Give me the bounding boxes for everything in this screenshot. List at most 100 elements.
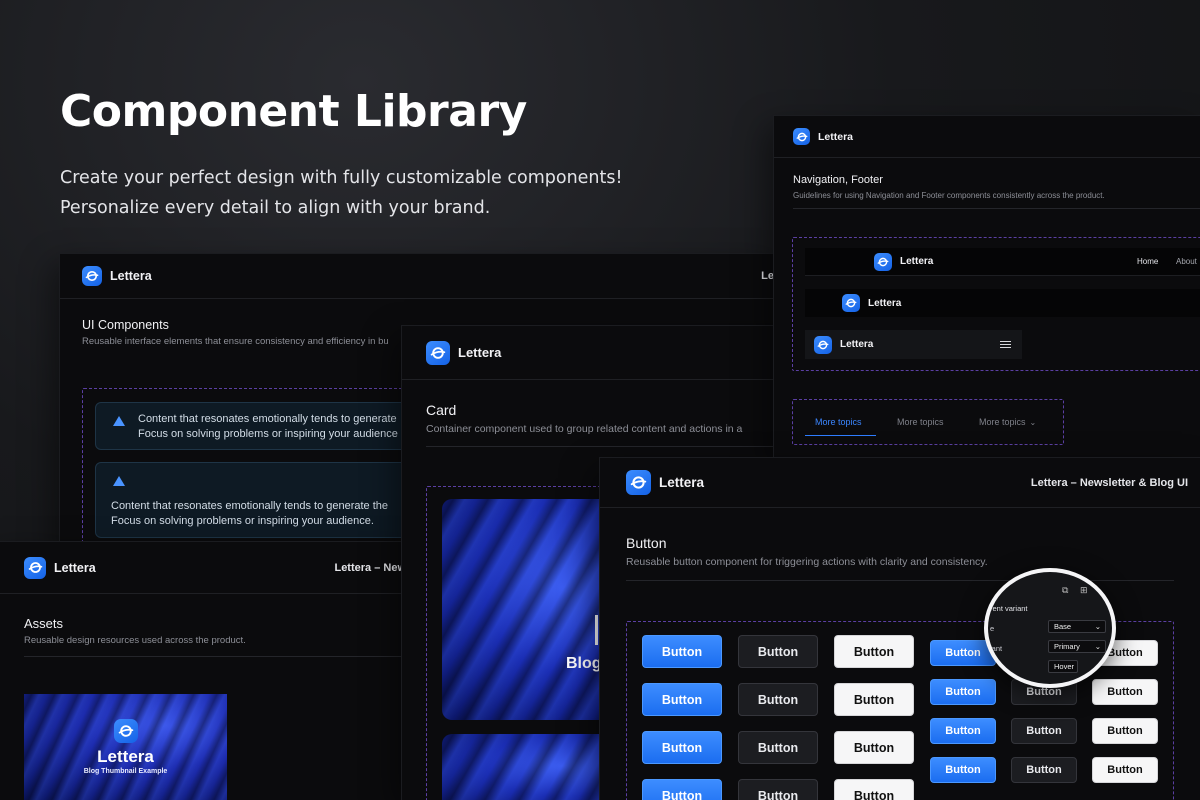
brand[interactable]: Lettera [626,470,704,495]
button-light[interactable]: Button [834,731,914,764]
nav-link-about[interactable]: About [1176,257,1197,266]
lettera-logo-icon [426,340,450,365]
section-title: Card [426,402,457,418]
button-secondary[interactable]: Button [738,683,818,716]
chevron-down-icon: ⌄ [1094,642,1101,651]
state-select-value: Hover [1054,662,1075,671]
state-select[interactable]: Hover [1048,660,1078,673]
button-secondary-small[interactable]: Button [1011,757,1077,783]
header-title: Le [761,270,774,282]
brand[interactable]: Lettera [426,340,502,365]
inspector-heading: rent variant [990,604,1028,613]
panel-header: Lettera Lettera – New [0,542,420,594]
divider [24,656,404,657]
variant-select-value: Primary [1054,642,1080,651]
brand[interactable]: Lettera [24,556,96,579]
hero-subtitle: Create your perfect design with fully cu… [60,163,700,223]
lettera-logo-icon [82,266,102,286]
button-primary[interactable]: Button [642,731,722,764]
section-description: Container component used to group relate… [426,423,743,435]
lettera-logo-icon [113,719,138,743]
button-primary-small[interactable]: Button [930,757,996,783]
lettera-logo-icon [814,335,832,354]
brand-name: Lettera [54,560,96,575]
lettera-logo-icon [874,252,892,271]
button-primary-small[interactable]: Button [930,718,996,744]
brand-name: Lettera [110,269,152,283]
lettera-logo-icon [626,470,651,495]
section-description: Reusable interface elements that ensure … [82,336,389,347]
variant-inspector-magnifier: ⧉ ⊞ rent variant e Base ⌄ iant Primary ⌄… [984,568,1116,688]
hero-subtitle-line-1: Create your perfect design with fully cu… [60,168,623,188]
section-title: UI Components [82,318,169,332]
brand[interactable]: Lettera [82,266,152,286]
section-description: Reusable design resources used across th… [24,635,246,646]
assets-panel: Lettera Lettera – New Assets Reusable de… [0,542,420,800]
brand-name: Lettera [458,345,502,360]
tab-more-topics-active[interactable]: More topics [805,415,876,436]
button-primary-small[interactable]: Button [930,679,996,705]
brand[interactable]: Lettera [793,128,853,145]
brand-name: Lettera [900,256,934,267]
lettera-logo-icon [24,556,46,579]
section-title: Assets [24,616,64,631]
blog-thumbnail-image: Lettera Blog Thumbnail Example [24,694,227,800]
brand[interactable]: Lettera [814,335,874,354]
brand-name: Lettera [659,475,705,490]
brand[interactable]: Lettera [874,252,934,271]
header-title: Lettera – New [334,561,406,574]
button-primary[interactable]: Button [642,779,722,800]
button-light[interactable]: Button [834,683,914,716]
button-primary[interactable]: Button [642,635,722,668]
page-title: Component Library [60,86,527,137]
button-secondary-small[interactable]: Button [1011,718,1077,744]
button-secondary[interactable]: Button [738,635,818,668]
navbar-mobile: Lettera [805,330,1022,359]
hamburger-menu-icon[interactable] [1000,341,1011,348]
brand-name: Lettera [840,339,874,350]
tab-more-topics[interactable]: More topics [897,417,944,427]
brand-name: Lettera [818,130,854,143]
navigation-panel: Lettera Navigation, Footer Guidelines fo… [774,116,1200,458]
tab-label: More topics [979,417,1026,427]
chevron-down-icon: ⌄ [1094,622,1101,631]
grid-icon[interactable]: ⊞ [1080,585,1088,596]
navbar-desktop: Lettera Home About [805,248,1200,276]
button-secondary[interactable]: Button [738,779,818,800]
section-description: Reusable button component for triggering… [626,556,988,568]
size-select[interactable]: Base ⌄ [1048,620,1106,633]
panel-header: Lettera Lettera – Newsletter & Blog UI [600,458,1200,508]
button-light[interactable]: Button [834,779,914,800]
thumbnail-title: Lettera [97,747,154,766]
chevron-down-icon: ⌄ [1029,417,1037,427]
header-title: Lettera – Newsletter & Blog UI [1030,476,1188,489]
panel-header: Lettera Le [60,254,780,299]
button-primary[interactable]: Button [642,683,722,716]
thumbnail-subtitle: Blog Thumbnail Example [83,768,168,775]
card-title: Blog [566,655,602,672]
section-description: Guidelines for using Navigation and Foot… [793,191,1105,200]
lettera-logo-icon [842,294,860,312]
divider [426,446,826,447]
copy-icon[interactable]: ⧉ [1062,585,1068,596]
inspector-label-size: e [990,624,995,633]
warning-icon [113,416,125,426]
navbar-tablet: Lettera [805,289,1200,317]
section-title: Navigation, Footer [793,174,883,186]
button-light-small[interactable]: Button [1092,757,1158,783]
brand-name: Lettera [868,297,902,309]
button-light-small[interactable]: Button [1092,718,1158,744]
card-logo-fragment [595,615,598,645]
brand[interactable]: Lettera [842,294,901,312]
button-light-small[interactable]: Button [1092,679,1158,705]
size-select-value: Base [1054,622,1072,631]
variant-select[interactable]: Primary ⌄ [1048,640,1106,653]
button-light[interactable]: Button [834,635,914,668]
button-secondary[interactable]: Button [738,731,818,764]
inspector-label-variant: iant [990,644,1003,653]
hero-subtitle-line-2: Personalize every detail to align with y… [60,198,491,218]
warning-icon [113,476,125,486]
panel-header: Lettera [774,116,1200,158]
tab-more-topics-dropdown[interactable]: More topics ⌄ [979,417,1036,427]
nav-link-home[interactable]: Home [1137,257,1158,266]
